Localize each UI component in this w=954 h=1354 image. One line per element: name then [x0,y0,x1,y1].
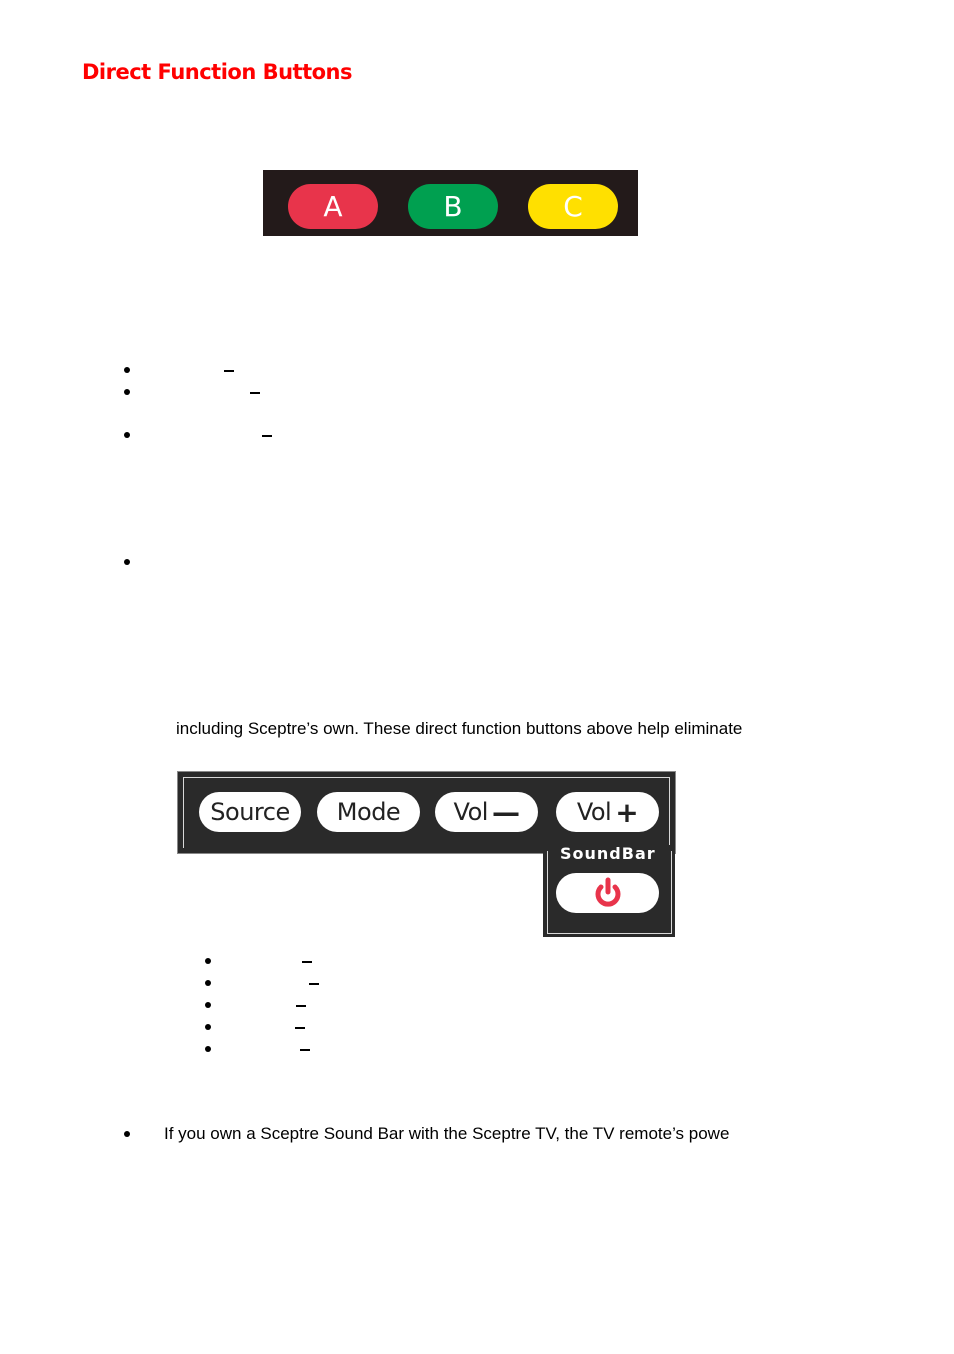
plus-icon: + [615,795,639,829]
bullet-icon [205,1046,211,1052]
mode-button: Mode [317,792,420,832]
dash-mark [250,392,260,394]
dash-mark [300,1049,310,1051]
bullet-icon [205,980,211,986]
mode-label: Mode [336,798,401,826]
bullet-icon [124,389,130,395]
bullet-icon [124,367,130,373]
button-c: C [528,184,618,229]
bullet-icon [124,1131,130,1137]
abc-buttons-image: A B C [263,170,638,236]
dash-mark [309,983,319,985]
bullet-icon [205,1024,211,1030]
power-icon [595,877,620,907]
volume-down-button: Vol — [435,792,538,832]
vol-label: Vol [453,798,489,826]
bullet-icon [205,958,211,964]
dash-mark [302,961,312,963]
bullet-icon [205,1002,211,1008]
section-heading: Direct Function Buttons [82,60,353,84]
source-button: Source [199,792,301,832]
button-a: A [288,184,378,229]
vol-label: Vol [576,798,612,826]
minus-icon: — [491,795,520,829]
bullet-text: If you own a Sceptre Sound Bar with the … [164,1124,730,1143]
dash-mark [262,435,272,437]
soundbar-power-button [556,873,659,913]
bullet-icon [124,432,130,438]
dash-mark [295,1027,305,1029]
dash-mark [296,1005,306,1007]
paragraph-text: including Sceptre’s own. These direct fu… [176,719,743,738]
volume-up-button: Vol + [556,792,659,832]
soundbar-label: SoundBar [560,844,656,863]
dash-mark [224,370,234,372]
bullet-icon [124,559,130,565]
source-label: Source [210,798,290,826]
button-b: B [408,184,498,229]
